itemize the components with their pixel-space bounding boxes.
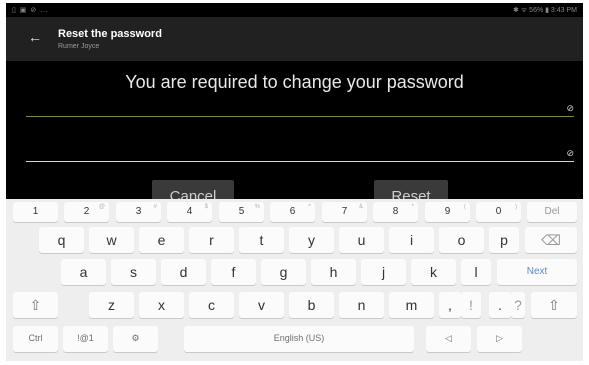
key-2[interactable]: 2 @ <box>64 202 109 222</box>
key-n[interactable]: n <box>339 292 384 318</box>
key-m[interactable]: m <box>389 292 434 318</box>
cursor-right-key[interactable]: ▷ <box>477 326 522 352</box>
key-y[interactable]: y <box>289 227 334 253</box>
symbols-key[interactable]: !@1 <box>63 326 108 352</box>
key-k[interactable]: k <box>411 259 456 285</box>
key-7[interactable]: 7 & <box>322 202 367 222</box>
status-bar: ▯ ▣ ⊘ ... ✱ ᯤ 56% ▮ 3:43 PM <box>6 3 583 17</box>
key-b[interactable]: b <box>289 292 334 318</box>
key-l[interactable]: l <box>461 259 491 285</box>
ctrl-key[interactable]: Ctrl <box>13 326 58 352</box>
key-t[interactable]: t <box>239 227 284 253</box>
key-d[interactable]: d <box>161 259 206 285</box>
key-1[interactable]: 1 <box>13 202 58 222</box>
key-r[interactable]: r <box>189 227 234 253</box>
key-g[interactable]: g <box>261 259 306 285</box>
cursor-left-key[interactable]: ◁ <box>426 326 471 352</box>
on-screen-keyboard: 1 2 @ 3 # 4 $ 5% 6 ^ 7 & 8 * 9( 0) Del q w e r… <box>6 199 583 361</box>
eye-off-icon[interactable]: ⊘ <box>566 103 574 114</box>
new-password-field[interactable]: ⊘ <box>26 99 574 117</box>
key-8[interactable]: 8 * <box>373 202 418 222</box>
delete-key[interactable]: Del <box>527 202 577 222</box>
page-title: Reset the password <box>58 28 162 40</box>
key-o[interactable]: o <box>439 227 484 253</box>
key-4[interactable]: 4 $ <box>167 202 212 222</box>
key-comma[interactable]: , <box>439 292 461 318</box>
status-left-icons: ▯ ▣ ⊘ ... <box>12 7 49 14</box>
key-h[interactable]: h <box>311 259 356 285</box>
key-z[interactable]: z <box>89 292 134 318</box>
space-bar[interactable]: English (US) <box>184 326 414 352</box>
key-p[interactable]: p <box>489 227 519 253</box>
key-5[interactable]: 5% <box>219 202 264 222</box>
confirm-password-field[interactable]: ⊘ <box>26 144 574 162</box>
status-right-indicators: ✱ ᯤ 56% ▮ 3:43 PM <box>513 7 577 14</box>
key-q[interactable]: q <box>39 227 84 253</box>
instruction-message: You are required to change your password <box>125 72 464 92</box>
back-arrow-icon[interactable]: ← <box>28 29 42 45</box>
key-period[interactable]: . <box>489 292 511 318</box>
key-3[interactable]: 3 # <box>116 202 161 222</box>
key-w[interactable]: w <box>89 227 134 253</box>
key-f[interactable]: f <box>211 259 256 285</box>
key-exclamation[interactable]: ! <box>461 292 481 318</box>
key-a[interactable]: a <box>61 259 106 285</box>
eye-off-icon[interactable]: ⊘ <box>566 148 574 159</box>
key-question[interactable]: ? <box>511 292 525 318</box>
settings-gear-icon[interactable]: ⚙ <box>113 326 158 352</box>
shift-key-left[interactable]: ⇧ <box>13 292 58 318</box>
key-x[interactable]: x <box>139 292 184 318</box>
key-i[interactable]: i <box>389 227 434 253</box>
key-e[interactable]: e <box>139 227 184 253</box>
key-u[interactable]: u <box>339 227 384 253</box>
key-0[interactable]: 0) <box>476 202 521 222</box>
key-j[interactable]: j <box>361 259 406 285</box>
backspace-key[interactable]: ⌫ <box>525 227 577 253</box>
key-c[interactable]: c <box>189 292 234 318</box>
app-bar: ← Reset the password Rumer Joyce <box>6 17 583 61</box>
key-s[interactable]: s <box>111 259 156 285</box>
app-screen: ▯ ▣ ⊘ ... ✱ ᯤ 56% ▮ 3:43 PM ← Reset the … <box>6 3 583 361</box>
key-6[interactable]: 6 ^ <box>270 202 315 222</box>
page-subtitle: Rumer Joyce <box>58 43 100 50</box>
key-v[interactable]: v <box>239 292 284 318</box>
next-key[interactable]: Next <box>497 259 577 285</box>
key-9[interactable]: 9( <box>425 202 470 222</box>
shift-key-right[interactable]: ⇧ <box>531 292 577 318</box>
